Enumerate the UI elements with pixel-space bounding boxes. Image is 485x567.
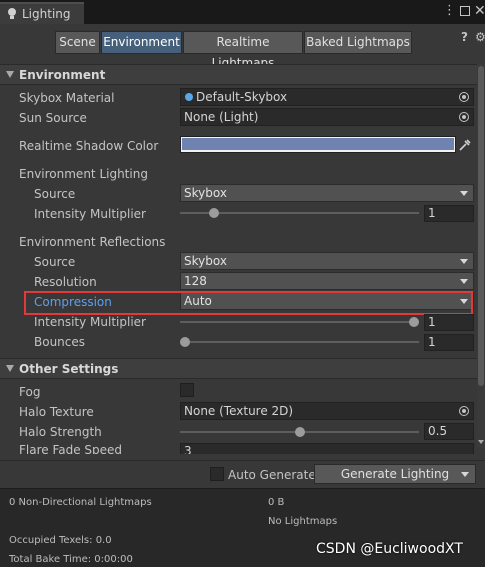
halo-strength-input[interactable]: 0.5 — [424, 423, 474, 440]
auto-generate-checkbox[interactable] — [210, 467, 224, 481]
environment-reflections-label: Environment Reflections — [19, 235, 166, 249]
no-lightmaps-text: No Lightmaps — [268, 516, 338, 527]
halo-strength-label: Halo Strength — [19, 425, 102, 439]
reflections-source-value: Skybox — [184, 254, 227, 268]
scroll-down-arrow-icon[interactable] — [478, 440, 484, 444]
bounces-slider-track[interactable] — [180, 341, 419, 343]
lightmaps-count: 0 Non-Directional Lightmaps — [9, 497, 152, 508]
sun-source-field[interactable]: None (Light) — [180, 108, 474, 126]
reflection-intensity-slider-knob[interactable] — [409, 317, 419, 327]
skybox-material-value: Default-Skybox — [196, 90, 288, 104]
reflection-intensity-label: Intensity Multiplier — [34, 315, 146, 329]
auto-generate-label: Auto Generate — [228, 468, 316, 482]
resolution-value: 128 — [184, 274, 207, 288]
bounces-label: Bounces — [34, 335, 86, 349]
skybox-material-label: Skybox Material — [19, 91, 115, 105]
fog-label: Fog — [19, 385, 41, 399]
lighting-intensity-slider-knob[interactable] — [208, 208, 219, 218]
highlight-box — [24, 291, 473, 315]
chevron-down-icon — [460, 279, 468, 284]
tab-baked-lightmaps[interactable]: Baked Lightmaps — [304, 31, 412, 54]
lightbulb-icon — [8, 8, 16, 19]
environment-lighting-label: Environment Lighting — [19, 167, 148, 181]
object-picker-icon[interactable] — [459, 112, 469, 122]
sun-source-value: None (Light) — [184, 110, 259, 124]
bounces-slider-knob[interactable] — [180, 337, 190, 347]
foldout-arrow-icon — [6, 365, 14, 372]
object-picker-icon[interactable] — [459, 406, 469, 416]
lighting-intensity-label: Intensity Multiplier — [34, 207, 146, 221]
shadow-color-fill — [182, 138, 454, 150]
reflections-source-label: Source — [34, 255, 76, 269]
section-title: Other Settings — [19, 362, 119, 376]
generate-lighting-button[interactable]: Generate Lighting — [314, 464, 476, 484]
window-tab-label: Lighting — [22, 7, 71, 21]
bounces-input[interactable]: 1 — [424, 334, 474, 351]
sun-source-label: Sun Source — [19, 111, 87, 125]
realtime-shadow-color-label: Realtime Shadow Color — [19, 139, 159, 153]
lighting-source-dropdown[interactable]: Skybox — [180, 184, 474, 202]
total-bake-time: Total Bake Time: 0:00:00 — [9, 554, 133, 565]
section-other-settings-header[interactable]: Other Settings — [0, 358, 485, 379]
tab-scene[interactable]: Scene — [55, 31, 100, 54]
lighting-window-tab[interactable]: Lighting — [0, 2, 84, 24]
maximize-icon[interactable] — [460, 6, 470, 16]
shadow-color-swatch[interactable] — [180, 136, 456, 153]
section-environment-header[interactable]: Environment — [0, 64, 485, 85]
watermark: CSDN @EucliwoodXT — [316, 541, 463, 557]
help-icon[interactable]: ? — [461, 30, 468, 44]
foldout-arrow-icon — [6, 71, 14, 78]
halo-strength-slider-knob[interactable] — [294, 427, 305, 437]
chevron-down-icon — [460, 259, 468, 264]
close-icon[interactable]: ✕ — [474, 2, 485, 20]
resolution-label: Resolution — [34, 275, 97, 289]
reflections-source-dropdown[interactable]: Skybox — [180, 252, 474, 270]
halo-texture-field[interactable]: None (Texture 2D) — [180, 402, 474, 420]
reflection-intensity-input[interactable]: 1 — [424, 314, 474, 331]
lighting-source-value: Skybox — [184, 186, 227, 200]
lightmaps-size: 0 B — [268, 497, 285, 508]
reflection-intensity-slider-track[interactable] — [180, 321, 419, 323]
tab-environment[interactable]: Environment — [101, 31, 182, 54]
chevron-down-icon — [460, 191, 468, 196]
halo-texture-label: Halo Texture — [19, 405, 94, 419]
resolution-dropdown[interactable]: 128 — [180, 272, 474, 290]
generate-lighting-label: Generate Lighting — [340, 467, 450, 481]
halo-texture-value: None (Texture 2D) — [184, 404, 294, 418]
clipped-row: Flare Fade Speed 3 — [0, 442, 477, 454]
scrollbar-thumb[interactable] — [478, 66, 484, 386]
section-title: Environment — [19, 68, 106, 82]
window-menu-icon[interactable]: ⋮ — [443, 4, 456, 20]
flare-fade-speed-input[interactable]: 3 — [180, 443, 474, 454]
eyedropper-icon[interactable] — [458, 138, 472, 152]
fog-checkbox[interactable] — [180, 383, 194, 397]
skybox-material-field[interactable]: Default-Skybox — [180, 88, 474, 106]
chevron-down-icon[interactable] — [461, 472, 469, 477]
flare-fade-speed-label: Flare Fade Speed — [19, 443, 123, 454]
occupied-texels: Occupied Texels: 0.0 — [9, 535, 112, 546]
tab-realtime-lightmaps[interactable]: Realtime Lightmaps — [183, 31, 303, 70]
object-picker-icon[interactable] — [459, 92, 469, 102]
settings-icon[interactable]: ⚙ — [475, 30, 485, 44]
lighting-source-label: Source — [34, 187, 76, 201]
lighting-intensity-input[interactable]: 1 — [424, 205, 474, 222]
material-icon — [185, 93, 193, 101]
